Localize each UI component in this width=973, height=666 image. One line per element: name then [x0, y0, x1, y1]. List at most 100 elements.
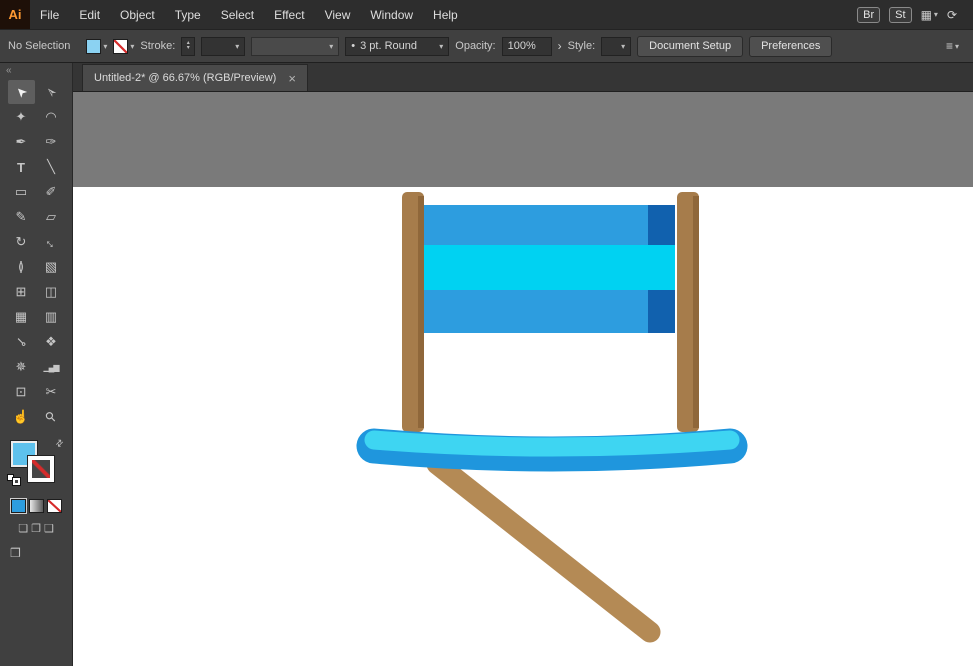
panel-options-button[interactable]: ≡ ▾	[946, 39, 959, 53]
style-label: Style:	[567, 40, 596, 52]
chevron-down-icon: ▾	[130, 41, 135, 51]
document-setup-button[interactable]: Document Setup	[637, 35, 744, 57]
menu-select[interactable]: Select	[211, 0, 264, 29]
eyedropper-tool[interactable]: ⊸	[8, 330, 35, 354]
mesh-tool[interactable]: ▦	[8, 305, 35, 329]
brush-definition-combo[interactable]: • 3 pt. Round ▾	[345, 36, 450, 56]
gradient-tool[interactable]: ▥	[38, 305, 65, 329]
symbol-sprayer-icon: ✵	[15, 359, 27, 374]
stroke-color-swatch[interactable]	[28, 456, 54, 482]
opacity-field[interactable]: 100%	[501, 36, 552, 56]
preferences-button[interactable]: Preferences	[749, 35, 833, 57]
stroke-weight-stepper[interactable]: ▴ ▾	[181, 36, 196, 56]
selection-tool[interactable]: ➤	[7, 80, 35, 104]
line-segment-tool[interactable]: ╲	[38, 155, 65, 179]
pen-icon: ✒	[15, 134, 27, 149]
shape-builder-tool[interactable]: ◫	[38, 280, 65, 304]
opacity-label[interactable]: Opacity:	[455, 40, 495, 52]
slice-tool[interactable]: ✂	[38, 380, 65, 404]
fill-color-control[interactable]: ▾	[86, 38, 108, 54]
collapse-panel-icon[interactable]: «	[6, 65, 12, 76]
close-tab-icon[interactable]: ×	[288, 72, 296, 85]
menu-file[interactable]: File	[30, 0, 69, 29]
menu-window[interactable]: Window	[360, 0, 423, 29]
default-fill-stroke-icon[interactable]	[7, 474, 20, 485]
style-combo[interactable]: ▾	[601, 36, 632, 56]
slice-icon: ✂	[45, 384, 57, 399]
banner-stripe-bottom[interactable]	[424, 290, 675, 333]
blend-tool[interactable]: ❖	[38, 330, 65, 354]
bridge-button[interactable]: Br	[857, 6, 881, 23]
color-button[interactable]	[9, 498, 27, 514]
rotate-tool[interactable]: ↻	[8, 230, 35, 254]
column-graph-tool[interactable]: ▁▄▆	[38, 355, 65, 379]
stock-button[interactable]: St	[889, 6, 912, 23]
sync-button[interactable]: ⟳	[947, 8, 957, 22]
control-bar: No Selection ▾ ▾ Stroke: ▴ ▾ ▾ ▾ • 3 pt.…	[0, 29, 973, 63]
default-stroke-chip	[13, 478, 20, 485]
artboard-tool[interactable]: ⊡	[8, 380, 35, 404]
chevron-down-icon: ▾	[621, 41, 626, 51]
chevron-down-icon: ▾	[933, 10, 938, 19]
canvas[interactable]	[73, 92, 973, 666]
magic-wand-tool[interactable]: ✦	[8, 105, 35, 129]
width-tool[interactable]: ≬	[8, 255, 35, 279]
brush-value: 3 pt. Round	[360, 40, 417, 52]
none-button[interactable]	[46, 499, 62, 513]
swap-fill-stroke-icon[interactable]: ⇄	[53, 437, 66, 450]
banner-dark-block-top[interactable]	[648, 205, 675, 245]
sync-icon: ⟳	[946, 7, 957, 22]
workspace-switcher[interactable]: ▦ ▾	[921, 8, 938, 22]
free-transform-icon: ▧	[44, 259, 58, 274]
draw-inside-icon[interactable]: ❑	[44, 522, 54, 535]
type-icon: T	[17, 159, 25, 175]
chevron-down-icon: ▾	[103, 41, 108, 51]
chair-seat-highlight[interactable]	[364, 430, 740, 457]
menu-view[interactable]: View	[315, 0, 361, 29]
hand-tool[interactable]: ☝	[8, 405, 35, 429]
artwork-svg[interactable]	[73, 92, 973, 666]
symbol-sprayer-tool[interactable]: ✵	[8, 355, 35, 379]
curvature-tool[interactable]: ✑	[38, 130, 65, 154]
menu-effect[interactable]: Effect	[264, 0, 314, 29]
opacity-expand-button[interactable]: ›	[558, 39, 562, 53]
document-tab[interactable]: Untitled-2* @ 66.67% (RGB/Preview) ×	[82, 64, 308, 91]
curvature-icon: ✑	[45, 134, 57, 149]
screen-mode-button[interactable]: ❒	[10, 546, 21, 560]
lasso-tool[interactable]: ◠	[38, 105, 65, 129]
direct-selection-tool[interactable]: ➢	[38, 80, 65, 104]
chevron-down-icon: ▾	[235, 41, 240, 51]
menubar: Ai File Edit Object Type Select Effect V…	[0, 0, 973, 29]
banner-dark-block-bottom[interactable]	[648, 290, 675, 333]
draw-normal-icon[interactable]: ❏	[18, 522, 28, 535]
pen-tool[interactable]: ✒	[8, 130, 35, 154]
pencil-tool[interactable]: ✎	[8, 205, 35, 229]
scale-tool[interactable]: ↔	[38, 230, 65, 254]
stepper-down-icon[interactable]: ▾	[187, 45, 190, 51]
perspective-grid-tool[interactable]: ⊞	[8, 280, 35, 304]
fill-swatch[interactable]	[86, 38, 102, 54]
banner-stripe-middle[interactable]	[424, 245, 675, 290]
workspace-icon: ▦	[920, 7, 932, 22]
paintbrush-tool[interactable]: ✐	[38, 180, 65, 204]
stroke-none-swatch[interactable]	[113, 38, 129, 54]
banner-stripe-top[interactable]	[424, 205, 675, 245]
rectangle-tool[interactable]: ▭	[8, 180, 35, 204]
free-transform-tool[interactable]: ▧	[38, 255, 65, 279]
stroke-label[interactable]: Stroke:	[140, 40, 175, 52]
magic-wand-icon: ✦	[15, 109, 27, 124]
variable-width-combo[interactable]: ▾	[251, 36, 340, 56]
tools-panel: « ➤ ➢ ✦ ◠ ✒ ✑ T ╲ ▭ ✐ ✎ ▱ ↻ ↔ ≬ ▧ ⊞ ◫ ▦ …	[0, 63, 73, 666]
menu-type[interactable]: Type	[165, 0, 211, 29]
stroke-color-control[interactable]: ▾	[113, 38, 135, 54]
type-tool[interactable]: T	[8, 155, 35, 179]
stroke-weight-combo[interactable]: ▾	[201, 36, 246, 56]
eraser-tool[interactable]: ▱	[38, 205, 65, 229]
draw-behind-icon[interactable]: ❐	[31, 522, 41, 535]
menu-help[interactable]: Help	[423, 0, 468, 29]
zoom-tool[interactable]: ⚲	[38, 405, 65, 429]
menu-edit[interactable]: Edit	[69, 0, 110, 29]
chevron-down-icon: ▾	[439, 41, 444, 51]
gradient-button[interactable]	[28, 499, 44, 513]
menu-object[interactable]: Object	[110, 0, 165, 29]
